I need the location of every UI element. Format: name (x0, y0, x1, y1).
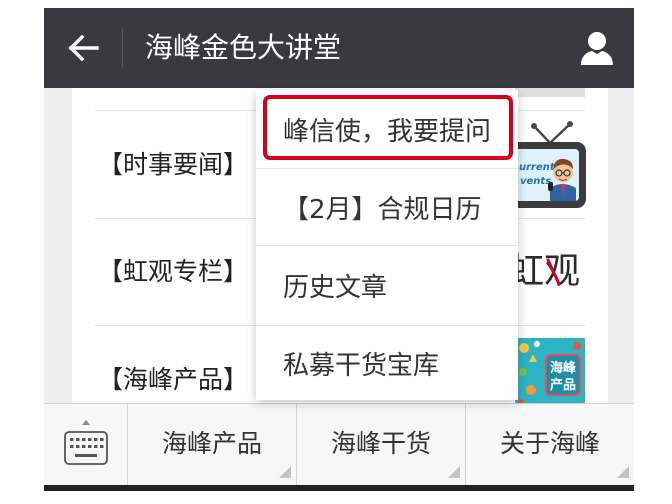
top-navigation-bar: 海峰金色大讲堂 (44, 8, 634, 88)
profile-button[interactable] (574, 8, 620, 88)
keyboard-icon (64, 420, 108, 465)
product-thumbnail: 海峰 产品 (515, 338, 585, 403)
popup-item-ask-question[interactable]: 峰信使，我要提问 (256, 90, 518, 168)
corner-triangle-icon (448, 466, 460, 478)
popup-item-label: 峰信使，我要提问 (283, 116, 492, 147)
popup-menu: 峰信使，我要提问 【2月】合规日历 历史文章 私募干货宝库 (256, 90, 518, 400)
popup-item-private-fund-library[interactable]: 私募干货宝库 (256, 325, 518, 400)
popup-item-history-articles[interactable]: 历史文章 (256, 245, 518, 325)
tv-screen-text: urrent (519, 162, 556, 173)
person-icon (581, 32, 613, 65)
popup-item-label: 【2月】合规日历 (283, 194, 482, 225)
popup-item-label: 历史文章 (283, 273, 388, 303)
menu-button-label: 关于海峰 (499, 429, 600, 458)
thumbnail-label: 海峰 (550, 360, 577, 376)
back-button[interactable] (44, 8, 122, 88)
corner-triangle-icon (617, 466, 629, 478)
keyboard-toggle-button[interactable] (44, 404, 128, 485)
menu-button-label: 海峰产品 (161, 429, 262, 458)
back-arrow-icon (68, 34, 99, 62)
thumbnail-label: 产品 (550, 377, 576, 393)
popup-item-label: 私募干货宝库 (283, 350, 440, 381)
article-thumbnail (515, 88, 585, 97)
article-title: 【海峰产品】 (98, 365, 249, 394)
corner-triangle-icon (279, 466, 291, 478)
article-title: 【时事要闻】 (98, 150, 249, 179)
caret-up-icon (82, 420, 90, 425)
page-title: 海峰金色大讲堂 (145, 31, 342, 64)
menu-buttons: 海峰产品 海峰干货 关于海峰 (128, 404, 634, 485)
menu-button-products[interactable]: 海峰产品 (128, 404, 297, 485)
menu-button-label: 海峰干货 (330, 429, 431, 458)
popup-item-compliance-calendar[interactable]: 【2月】合规日历 (256, 168, 518, 245)
tv-screen-text: vents (520, 176, 551, 187)
article-title: 【虹观专栏】 (98, 257, 249, 286)
screen-bottom-edge (44, 485, 634, 491)
menu-button-about[interactable]: 关于海峰 (466, 404, 634, 485)
bottom-menu-bar: 海峰产品 海峰干货 关于海峰 (44, 403, 634, 485)
topbar-divider (122, 28, 123, 68)
menu-button-insights[interactable]: 海峰干货 (297, 404, 466, 485)
tv-antenna (531, 121, 573, 144)
